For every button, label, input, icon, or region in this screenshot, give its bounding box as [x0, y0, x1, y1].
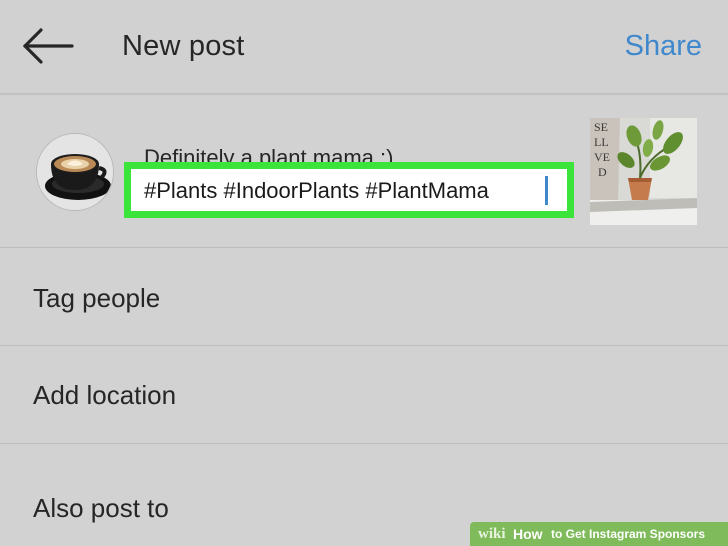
top-bar: New post Share	[0, 0, 728, 95]
text-cursor	[545, 176, 548, 205]
back-arrow-icon[interactable]	[22, 28, 74, 64]
tag-people-label: Tag people	[33, 283, 161, 313]
page-title: New post	[122, 30, 245, 62]
svg-text:SE: SE	[594, 120, 608, 134]
watermark-title: to Get Instagram Sponsors	[551, 527, 706, 541]
svg-text:D: D	[598, 165, 607, 179]
share-button[interactable]: Share	[625, 28, 702, 64]
tag-people-option[interactable]: Tag people	[0, 248, 728, 346]
caption-hashtags[interactable]: #Plants #IndoorPlants #PlantMama	[144, 178, 489, 204]
post-thumbnail[interactable]: SE LL VE D	[590, 118, 697, 225]
add-location-option[interactable]: Add location	[0, 346, 728, 444]
also-post-to-label: Also post to	[33, 493, 169, 523]
add-location-label: Add location	[33, 380, 177, 410]
compose-area: Definitely a plant mama :) #Plants #Indo…	[0, 95, 728, 248]
svg-text:LL: LL	[594, 135, 609, 149]
wikihow-watermark: wiki How to Get Instagram Sponsors	[470, 522, 728, 546]
watermark-how: How	[513, 526, 543, 542]
watermark-wiki: wiki	[478, 526, 506, 542]
avatar	[36, 133, 114, 211]
svg-text:VE: VE	[594, 150, 610, 164]
caption-input-highlight[interactable]: #Plants #IndoorPlants #PlantMama	[124, 162, 574, 218]
